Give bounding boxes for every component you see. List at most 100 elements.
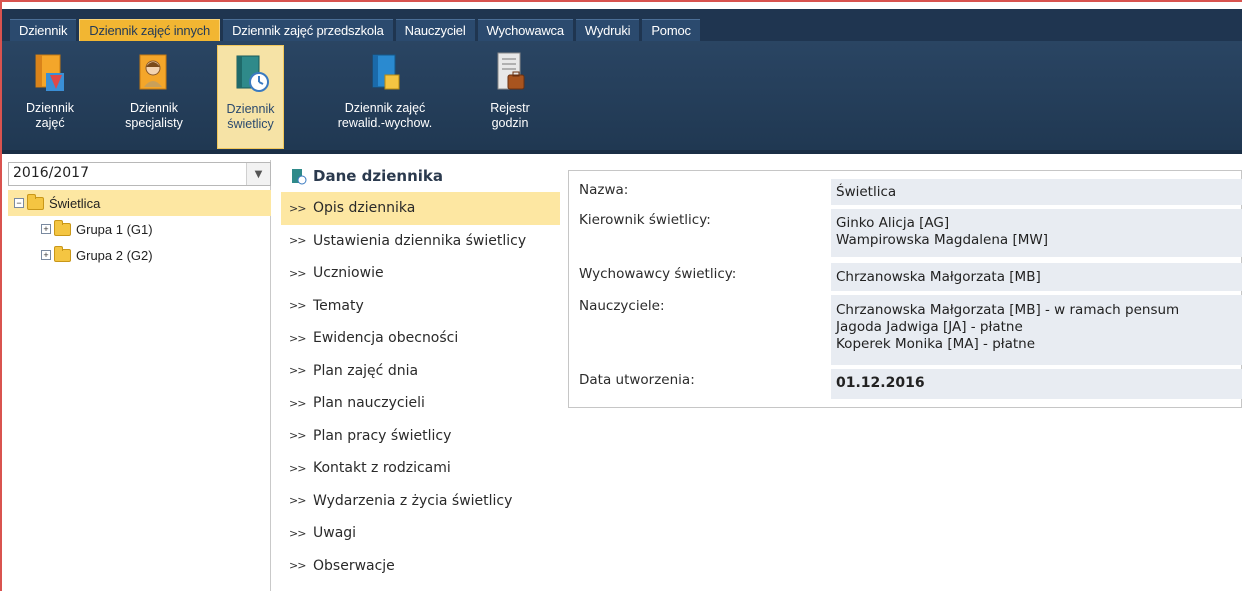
double-chevron-icon: >> <box>289 234 306 248</box>
journal-details-panel: Nazwa: Świetlica Kierownik świetlicy: Gi… <box>568 170 1242 408</box>
menu-tab-dziennik[interactable]: Dziennik <box>10 19 77 41</box>
tree-node-swietlica[interactable]: − Świetlica <box>8 190 271 216</box>
nav-item[interactable]: >> Ustawienia dziennika świetlicy <box>281 225 560 258</box>
nav-item[interactable]: >> Tematy <box>281 290 560 323</box>
nav-item-label: Obserwacje <box>313 557 395 574</box>
nav-item[interactable]: >> Kontakt z rodzicami <box>281 452 560 485</box>
folder-open-icon <box>27 193 44 210</box>
detail-label: Nazwa: <box>579 182 629 198</box>
nav-section-title: Dane dziennika <box>313 167 444 185</box>
group-tree: − Świetlica + Grupa 1 (G1) + Grupa 2 (G2… <box>8 190 271 268</box>
nav-item-label: Ewidencja obecności <box>313 330 459 347</box>
nav-item-label: Ustawienia dziennika świetlicy <box>313 232 527 249</box>
detail-label: Nauczyciele: <box>579 298 665 314</box>
double-chevron-icon: >> <box>289 331 306 345</box>
chevron-down-icon[interactable]: ▼ <box>246 163 270 185</box>
nav-item-label: Plan nauczycieli <box>313 395 425 412</box>
menu-tab-dziennik-zajec-przedszkola[interactable]: Dziennik zajęć przedszkola <box>223 19 393 41</box>
nav-item[interactable]: >> Ewidencja obecności <box>281 322 560 355</box>
menu-tab-dziennik-zajec-innych[interactable]: Dziennik zajęć innych <box>79 19 221 41</box>
specialist-register-icon <box>139 54 167 90</box>
school-year-select[interactable]: 2016/2017 ▼ <box>8 162 271 186</box>
collapse-icon[interactable]: − <box>14 198 24 208</box>
tree-node-label: Świetlica <box>49 195 101 211</box>
tree-node-label: Grupa 1 (G1) <box>76 221 153 237</box>
tree-node-group[interactable]: + Grupa 2 (G2) <box>8 242 271 268</box>
ribbon-button-dziennik-swietlicy[interactable]: Dziennik świetlicy <box>217 45 284 149</box>
nav-item[interactable]: >> Obserwacje <box>281 550 560 583</box>
nav-item[interactable]: >> Wydarzenia z życia świetlicy <box>281 485 560 518</box>
nav-section-header: Dane dziennika <box>281 160 560 192</box>
detail-value: Chrzanowska Małgorzata [MB] <box>831 263 1242 291</box>
double-chevron-icon: >> <box>289 559 306 573</box>
ribbon-button-label: Dziennik zajęć rewalid.-wychow. <box>337 101 433 130</box>
detail-label: Kierownik świetlicy: <box>579 212 711 228</box>
detail-label: Data utworzenia: <box>579 372 695 388</box>
expand-icon[interactable]: + <box>41 224 51 234</box>
nav-item-label: Opis dziennika <box>313 200 416 217</box>
detail-value: Świetlica <box>831 179 1242 205</box>
detail-row-teachers: Nauczyciele: Chrzanowska Małgorzata [MB]… <box>569 295 1242 365</box>
ribbon-button-dziennik-zajec[interactable]: Dziennik zajęć <box>20 45 80 149</box>
created-date-value: 01.12.2016 <box>836 375 925 391</box>
tree-node-label: Grupa 2 (G2) <box>76 247 153 263</box>
nav-item-label: Kontakt z rodzicami <box>313 460 451 477</box>
nav-item-label: Uczniowie <box>313 265 384 282</box>
double-chevron-icon: >> <box>289 494 306 508</box>
nav-item-label: Plan pracy świetlicy <box>313 427 452 444</box>
double-chevron-icon: >> <box>289 201 306 215</box>
nav-item[interactable]: >> Plan nauczycieli <box>281 387 560 420</box>
class-register-icon <box>35 54 64 91</box>
detail-value: 01.12.2016 <box>831 369 1242 399</box>
double-chevron-icon: >> <box>289 461 306 475</box>
ribbon-button-label: Dziennik świetlicy <box>226 102 275 131</box>
journal-icon <box>292 168 307 184</box>
menu-tab-pomoc[interactable]: Pomoc <box>642 19 700 41</box>
revalidation-register-icon <box>372 54 400 90</box>
detail-row-manager: Kierownik świetlicy: Ginko Alicja [AG] W… <box>569 209 1242 257</box>
teacher-value: Jagoda Jadwiga [JA] - płatne <box>836 319 1023 335</box>
left-panel: 2016/2017 ▼ − Świetlica + Grupa 1 (G1) +… <box>8 160 271 591</box>
expand-icon[interactable]: + <box>41 250 51 260</box>
nav-item[interactable]: >> Plan pracy świetlicy <box>281 420 560 453</box>
hours-register-icon <box>497 52 525 90</box>
detail-row-educators: Wychowawcy świetlicy: Chrzanowska Małgor… <box>569 263 1242 291</box>
ribbon-button-dziennik-rewalidacyjny[interactable]: Dziennik zajęć rewalid.-wychow. <box>320 45 450 149</box>
nav-item[interactable]: >> Uczniowie <box>281 257 560 290</box>
double-chevron-icon: >> <box>289 364 306 378</box>
detail-value: Chrzanowska Małgorzata [MB] - w ramach p… <box>831 295 1242 365</box>
double-chevron-icon: >> <box>289 299 306 313</box>
menu-tab-wychowawca[interactable]: Wychowawca <box>477 19 573 41</box>
manager-value: Ginko Alicja [AG] <box>836 215 950 231</box>
teacher-value: Koperek Monika [MA] - płatne <box>836 336 1036 352</box>
double-chevron-icon: >> <box>289 266 306 280</box>
menu-tab-wydruki[interactable]: Wydruki <box>575 19 640 41</box>
ribbon-button-label: Dziennik zajęć <box>26 101 74 130</box>
ribbon-button-label: Rejestr godzin <box>490 101 530 130</box>
nav-item-label: Wydarzenia z życia świetlicy <box>313 492 513 509</box>
daycare-register-icon <box>236 55 269 92</box>
folder-icon <box>54 245 71 262</box>
journal-nav-panel: Dane dziennika >> Opis dziennika >> Ustawie… <box>281 160 560 591</box>
nav-item[interactable]: >> Opis dziennika <box>281 192 560 225</box>
ribbon-button-rejestr-godzin[interactable]: Rejestr godzin <box>480 45 540 149</box>
nav-item-label: Uwagi <box>313 525 357 542</box>
manager-value: Wampirowska Magdalena [MW] <box>836 232 1048 248</box>
nav-list: >> Opis dziennika >> Ustawienia dziennika ś… <box>281 192 560 582</box>
detail-row-name: Nazwa: Świetlica <box>569 179 1242 205</box>
ribbon-button-label: Dziennik specjalisty <box>125 101 183 130</box>
detail-row-created: Data utworzenia: 01.12.2016 <box>569 369 1242 399</box>
double-chevron-icon: >> <box>289 526 306 540</box>
detail-label: Wychowawcy świetlicy: <box>579 266 737 282</box>
nav-item-label: Plan zajęć dnia <box>313 362 419 379</box>
name-value: Świetlica <box>836 184 897 200</box>
educators-value: Chrzanowska Małgorzata [MB] <box>836 269 1041 285</box>
nav-item[interactable]: >> Uwagi <box>281 517 560 550</box>
tree-node-group[interactable]: + Grupa 1 (G1) <box>8 216 271 242</box>
nav-item-label: Tematy <box>313 297 364 314</box>
school-year-value: 2016/2017 <box>13 165 89 181</box>
folder-icon <box>54 219 71 236</box>
menu-tab-nauczyciel[interactable]: Nauczyciel <box>395 19 475 41</box>
ribbon-button-dziennik-specjalisty[interactable]: Dziennik specjalisty <box>114 45 194 149</box>
nav-item[interactable]: >> Plan zajęć dnia <box>281 355 560 388</box>
